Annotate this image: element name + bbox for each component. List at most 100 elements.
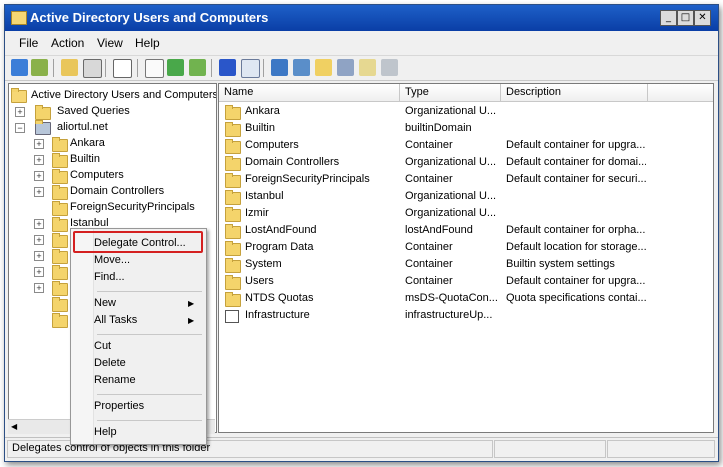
folder-icon [225, 224, 241, 239]
folder-icon [225, 139, 241, 154]
table-row[interactable]: Computers Container Default container for … [219, 137, 713, 154]
menu-action[interactable]: Action [51, 36, 84, 50]
find-objects-icon[interactable] [381, 59, 398, 76]
cell-description: Default container for orpha... [506, 224, 646, 236]
table-row[interactable]: System Container Builtin system settings [219, 256, 713, 273]
table-row[interactable]: Infrastructure infrastructureUp... [219, 307, 713, 324]
column-header-type[interactable]: Type [400, 84, 501, 102]
help-icon[interactable] [219, 59, 236, 76]
cell-type: Container [405, 241, 453, 253]
folder-icon [225, 207, 241, 222]
cell-type: msDS-QuotaCon... [405, 292, 498, 304]
cell-type: Container [405, 173, 453, 185]
cell-description: Default location for storage... [506, 241, 646, 253]
expand-icon[interactable]: + [34, 267, 44, 277]
new-group-icon[interactable] [293, 59, 310, 76]
menu-bar: File Action View Help [5, 33, 718, 53]
folder-icon [225, 275, 241, 290]
domain-icon [35, 120, 51, 135]
expand-icon[interactable]: + [34, 283, 44, 293]
infrastructure-icon [225, 310, 239, 323]
toolbar-separator [137, 59, 138, 77]
cell-name: NTDS Quotas [245, 292, 314, 304]
menu-file[interactable]: File [19, 36, 38, 50]
folder-icon [225, 173, 241, 188]
folder-icon [225, 292, 241, 307]
scroll-left-icon[interactable]: ◀ [11, 422, 17, 431]
menu-view[interactable]: View [97, 36, 123, 50]
menu-separator [97, 394, 202, 395]
back-icon[interactable] [11, 59, 28, 76]
cell-description: Default container for domai... [506, 156, 646, 168]
expand-icon[interactable]: + [34, 187, 44, 197]
cell-type: Organizational U... [405, 156, 497, 168]
details-pane: Name Type Description Ankara Organization… [218, 83, 714, 433]
cell-name: System [245, 258, 282, 270]
add-to-group-icon[interactable] [359, 59, 376, 76]
table-row[interactable]: Istanbul Organizational U... [219, 188, 713, 205]
new-user-icon[interactable] [271, 59, 288, 76]
expand-icon[interactable]: + [34, 219, 44, 229]
folder-icon [52, 249, 68, 264]
close-button[interactable]: ✕ [694, 10, 711, 26]
cell-name: Izmir [245, 207, 269, 219]
clipboard-icon[interactable] [113, 59, 132, 78]
toolbar-separator [105, 59, 106, 77]
console-icon [11, 88, 27, 103]
action-pane-icon[interactable] [241, 59, 260, 78]
table-row[interactable]: Program Data Container Default location fo… [219, 239, 713, 256]
filter-icon[interactable] [337, 59, 354, 76]
status-segment [607, 440, 715, 458]
cell-name: Users [245, 275, 274, 287]
column-header-filler [648, 84, 713, 102]
up-folder-icon[interactable] [61, 59, 78, 76]
expand-icon[interactable]: + [34, 235, 44, 245]
column-header-name[interactable]: Name [219, 84, 400, 102]
new-ou-icon[interactable] [315, 59, 332, 76]
maximize-button[interactable]: □ [677, 10, 694, 26]
cell-type: infrastructureUp... [405, 309, 493, 321]
menu-separator [97, 420, 202, 421]
properties-icon[interactable] [145, 59, 164, 78]
menu-separator [97, 291, 202, 292]
table-row[interactable]: LostAndFound lostAndFound Default containe… [219, 222, 713, 239]
cell-type: Container [405, 275, 453, 287]
table-row[interactable]: Domain Controllers Organizational U... Def… [219, 154, 713, 171]
table-row[interactable]: Izmir Organizational U... [219, 205, 713, 222]
expand-icon[interactable]: + [34, 139, 44, 149]
folder-icon [225, 122, 241, 137]
toolbar-separator [263, 59, 264, 77]
cell-type: Organizational U... [405, 207, 497, 219]
table-row[interactable]: Ankara Organizational U... [219, 103, 713, 120]
table-row[interactable]: Users Container Default container for upgr… [219, 273, 713, 290]
minimize-button[interactable]: _ [660, 10, 677, 26]
expand-icon[interactable]: + [15, 107, 25, 117]
collapse-icon[interactable]: − [15, 123, 25, 133]
forward-icon[interactable] [31, 59, 48, 76]
window-title: Active Directory Users and Computers [30, 10, 269, 25]
cell-name: Builtin [245, 122, 275, 134]
table-row[interactable]: Builtin builtinDomain [219, 120, 713, 137]
folder-icon [225, 258, 241, 273]
expand-icon[interactable]: + [34, 155, 44, 165]
expand-icon[interactable]: + [34, 171, 44, 181]
expand-icon[interactable]: + [34, 251, 44, 261]
table-row[interactable]: NTDS Quotas msDS-QuotaCon... Quota specifi… [219, 290, 713, 307]
context-menu-icon-strip [71, 229, 94, 444]
export-list-icon[interactable] [189, 59, 206, 76]
title-bar[interactable]: Active Directory Users and Computers _ □… [5, 5, 718, 31]
column-header-description[interactable]: Description [501, 84, 648, 102]
show-hide-tree-icon[interactable] [83, 59, 102, 78]
folder-icon [225, 105, 241, 120]
refresh-icon[interactable] [167, 59, 184, 76]
menu-help[interactable]: Help [135, 36, 160, 50]
cell-name: Ankara [245, 105, 280, 117]
app-icon [11, 11, 27, 25]
table-row[interactable]: ForeignSecurityPrincipals Container Defaul… [219, 171, 713, 188]
folder-icon [225, 190, 241, 205]
cell-type: lostAndFound [405, 224, 473, 236]
toolbar [5, 55, 718, 81]
menu-separator [97, 334, 202, 335]
cell-name: Computers [245, 139, 299, 151]
folder-icon [52, 281, 68, 296]
